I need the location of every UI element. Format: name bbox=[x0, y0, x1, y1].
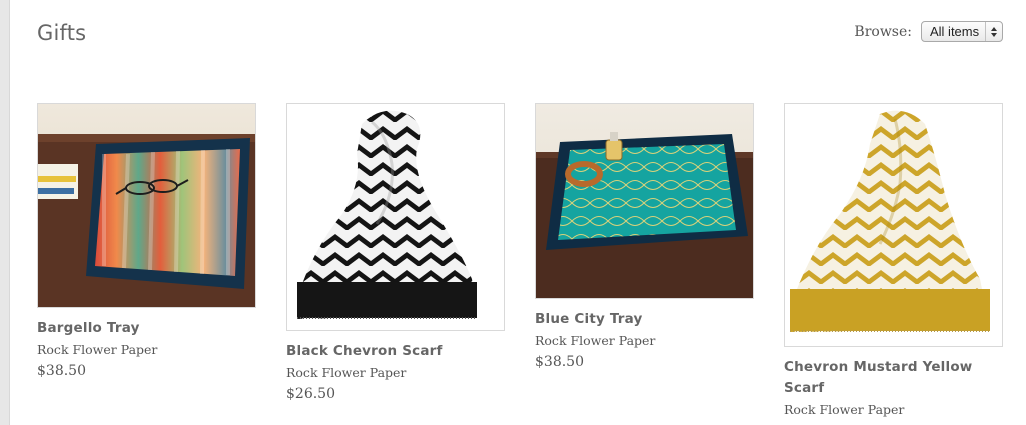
product-maker: Rock Flower Paper bbox=[286, 365, 407, 380]
product-name[interactable]: Chevron Mustard Yellow Scarf bbox=[784, 357, 994, 399]
product-card[interactable]: Bargello Tray Rock Flower Paper $38.50 bbox=[37, 103, 257, 379]
black-chevron-scarf-image bbox=[287, 104, 504, 330]
page-left-border bbox=[0, 0, 10, 425]
bargello-tray-image bbox=[38, 104, 255, 307]
page-title: Gifts bbox=[37, 21, 87, 45]
browse-label: Browse: bbox=[854, 23, 912, 40]
chevron-mustard-scarf-image bbox=[785, 104, 1002, 346]
product-name[interactable]: Blue City Tray bbox=[535, 309, 755, 330]
product-card[interactable]: Black Chevron Scarf Rock Flower Paper $2… bbox=[286, 103, 506, 402]
product-card[interactable]: Chevron Mustard Yellow Scarf Rock Flower… bbox=[784, 103, 1003, 419]
product-name[interactable]: Black Chevron Scarf bbox=[286, 341, 506, 362]
browse-select-value: All items bbox=[930, 24, 980, 39]
product-price: $38.50 bbox=[535, 354, 584, 370]
product-name[interactable]: Bargello Tray bbox=[37, 318, 257, 339]
product-image-link[interactable] bbox=[535, 103, 754, 299]
product-maker: Rock Flower Paper bbox=[535, 333, 656, 348]
product-image-link[interactable] bbox=[784, 103, 1003, 347]
product-price: $38.50 bbox=[37, 363, 86, 379]
product-card[interactable]: Blue City Tray Rock Flower Paper $38.50 bbox=[535, 103, 755, 370]
product-image-link[interactable] bbox=[286, 103, 505, 331]
browse-control: Browse: All items bbox=[854, 21, 1003, 42]
browse-select[interactable]: All items bbox=[921, 21, 1003, 42]
blue-city-tray-image bbox=[536, 104, 753, 298]
product-image-link[interactable] bbox=[37, 103, 256, 308]
product-maker: Rock Flower Paper bbox=[784, 402, 905, 417]
product-price: $26.50 bbox=[286, 386, 335, 402]
select-arrows-icon bbox=[985, 22, 1002, 41]
product-maker: Rock Flower Paper bbox=[37, 342, 158, 357]
